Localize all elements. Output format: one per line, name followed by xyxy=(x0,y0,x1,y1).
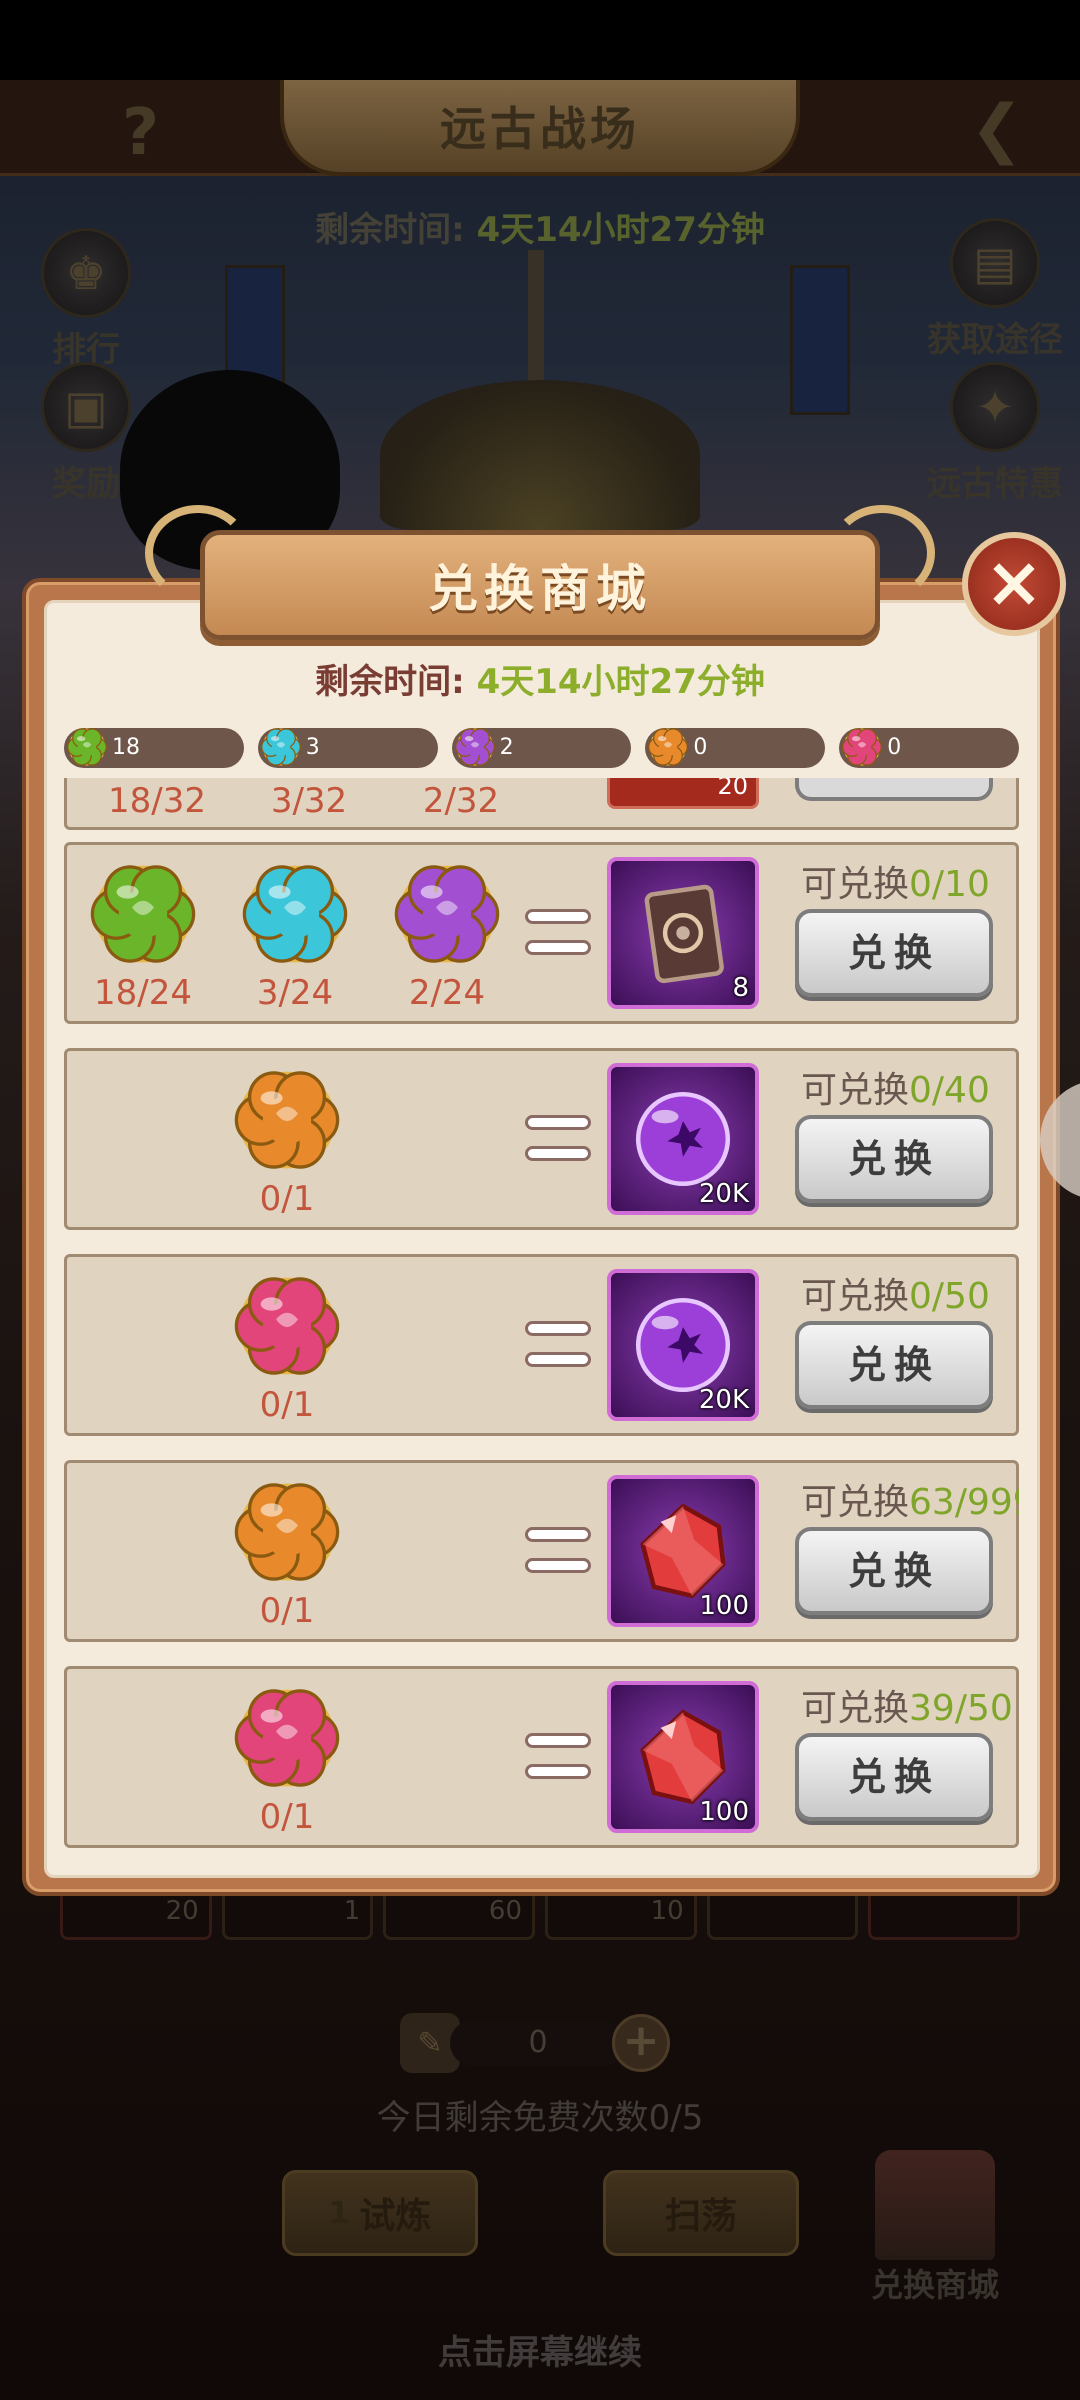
exchange-row: 0/1 20K 可兑换0/50 兑换 xyxy=(64,1254,1019,1436)
cost-count: 18/24 xyxy=(94,973,192,1013)
cost-slot: 2/24 xyxy=(387,859,507,1013)
cost-count: 2/24 xyxy=(408,973,486,1013)
currency-value: 2 xyxy=(499,735,514,760)
exchange-list[interactable]: 18/32 3/32 2/32 20 18/24 3/24 2/24 8 可兑换0/10… xyxy=(64,778,1019,1848)
modal-time-label: 剩余时间: xyxy=(315,662,465,702)
modal-time: 剩余时间: 4天14小时27分钟 xyxy=(0,654,1080,703)
cost-slot: 0/1 xyxy=(227,1271,347,1425)
exchange-limit-label: 可兑换 xyxy=(801,1070,910,1111)
gem-currency-icon xyxy=(454,728,495,766)
exchange-limit: 可兑换39/50 xyxy=(801,1679,1013,1731)
cyan-gem-icon xyxy=(242,865,348,963)
exchange-button[interactable]: 兑换 xyxy=(795,1527,993,1615)
exchange-button[interactable] xyxy=(795,778,993,801)
equals-icon xyxy=(525,1115,591,1177)
equals-icon xyxy=(525,1733,591,1795)
cost-count: 0/1 xyxy=(259,1179,315,1219)
currency-bar: 18 3 2 0 0 xyxy=(64,728,1019,768)
reward-item[interactable]: 20K xyxy=(607,1269,759,1421)
exchange-button[interactable]: 兑换 xyxy=(795,909,993,997)
cost-count: 0/1 xyxy=(259,1797,315,1837)
currency-pill: 3 xyxy=(257,728,438,768)
gem-currency-icon xyxy=(260,728,301,766)
exchange-limit: 可兑换0/50 xyxy=(801,1267,990,1319)
cost-slot: 18/32 xyxy=(97,778,217,821)
reward-qty: 100 xyxy=(699,1797,749,1827)
modal-time-value: 4天14小时27分钟 xyxy=(476,662,765,702)
reward-qty: 20K xyxy=(698,1385,749,1415)
cost-count: 18/32 xyxy=(108,781,206,821)
currency-value: 0 xyxy=(887,735,902,760)
equals-icon xyxy=(525,1321,591,1383)
cost-slot: 3/24 xyxy=(235,859,355,1013)
gem-currency-icon xyxy=(648,728,689,766)
exchange-limit-label: 可兑换 xyxy=(801,864,910,905)
pink-gem-icon xyxy=(234,1277,340,1375)
reward-qty: 20K xyxy=(698,1179,749,1209)
currency-value: 18 xyxy=(112,735,140,760)
exchange-row: 0/1 20K 可兑换0/40 兑换 xyxy=(64,1048,1019,1230)
exchange-row-partial: 18/32 3/32 2/32 20 xyxy=(64,778,1019,830)
modal-header: 兑换商城 xyxy=(145,505,935,640)
cost-slot: 2/32 xyxy=(401,778,521,821)
exchange-limit-label: 可兑换 xyxy=(801,1482,910,1523)
orange-gem-icon xyxy=(234,1483,340,1581)
modal-title: 兑换商城 xyxy=(428,560,652,618)
close-button[interactable]: × xyxy=(962,532,1066,636)
reward-item[interactable]: 20K xyxy=(607,1063,759,1215)
currency-pill: 2 xyxy=(451,728,632,768)
green-gem-icon xyxy=(90,865,196,963)
cost-count: 0/1 xyxy=(259,1385,315,1425)
currency-value: 0 xyxy=(693,735,708,760)
cost-slot: 0/1 xyxy=(227,1477,347,1631)
reward-item[interactable]: 100 xyxy=(607,1681,759,1833)
card-icon xyxy=(644,884,724,984)
cost-slot: 0/1 xyxy=(227,1683,347,1837)
exchange-button[interactable]: 兑换 xyxy=(795,1321,993,1409)
currency-pill: 18 xyxy=(64,728,244,768)
equals-icon xyxy=(525,909,591,971)
currency-pill: 0 xyxy=(839,728,1019,768)
cost-count: 3/32 xyxy=(270,781,348,821)
exchange-limit-value: 0/50 xyxy=(909,1276,990,1317)
cost-slot: 3/32 xyxy=(249,778,369,821)
purple-gem-icon xyxy=(394,865,500,963)
cost-slot: 0/1 xyxy=(227,1065,347,1219)
currency-pill: 0 xyxy=(645,728,826,768)
exchange-limit-value: 39/50 xyxy=(909,1688,1013,1729)
exchange-limit: 可兑换0/10 xyxy=(801,855,990,907)
gem-currency-icon xyxy=(842,728,883,766)
reward-item[interactable]: 100 xyxy=(607,1475,759,1627)
exchange-limit-value: 63/999 xyxy=(909,1482,1019,1523)
gem-currency-icon xyxy=(67,728,107,766)
exchange-row: 18/24 3/24 2/24 8 可兑换0/10 兑换 xyxy=(64,842,1019,1024)
exchange-limit-label: 可兑换 xyxy=(801,1688,910,1729)
cost-count: 2/32 xyxy=(422,781,500,821)
pink-gem-icon xyxy=(234,1689,340,1787)
reward-qty: 8 xyxy=(732,973,749,1003)
exchange-limit-label: 可兑换 xyxy=(801,1276,910,1317)
cost-count: 3/24 xyxy=(256,973,334,1013)
exchange-row: 0/1 100 可兑换39/50 兑换 xyxy=(64,1666,1019,1848)
cost-count: 0/1 xyxy=(259,1591,315,1631)
orange-gem-icon xyxy=(234,1071,340,1169)
exchange-limit: 可兑换63/999 xyxy=(801,1473,1019,1525)
reward-qty: 20 xyxy=(607,778,759,809)
reward-qty: 100 xyxy=(699,1591,749,1621)
status-bar xyxy=(0,0,1080,80)
exchange-limit-value: 0/40 xyxy=(909,1070,990,1111)
currency-value: 3 xyxy=(305,735,320,760)
exchange-row: 0/1 100 可兑换63/999兑换 xyxy=(64,1460,1019,1642)
exchange-limit: 可兑换0/40 xyxy=(801,1061,990,1113)
exchange-button[interactable]: 兑换 xyxy=(795,1733,993,1821)
reward-item[interactable]: 8 xyxy=(607,857,759,1009)
equals-icon xyxy=(525,1527,591,1589)
exchange-limit-value: 0/10 xyxy=(909,864,990,905)
exchange-button[interactable]: 兑换 xyxy=(795,1115,993,1203)
cost-slot: 18/24 xyxy=(83,859,203,1013)
